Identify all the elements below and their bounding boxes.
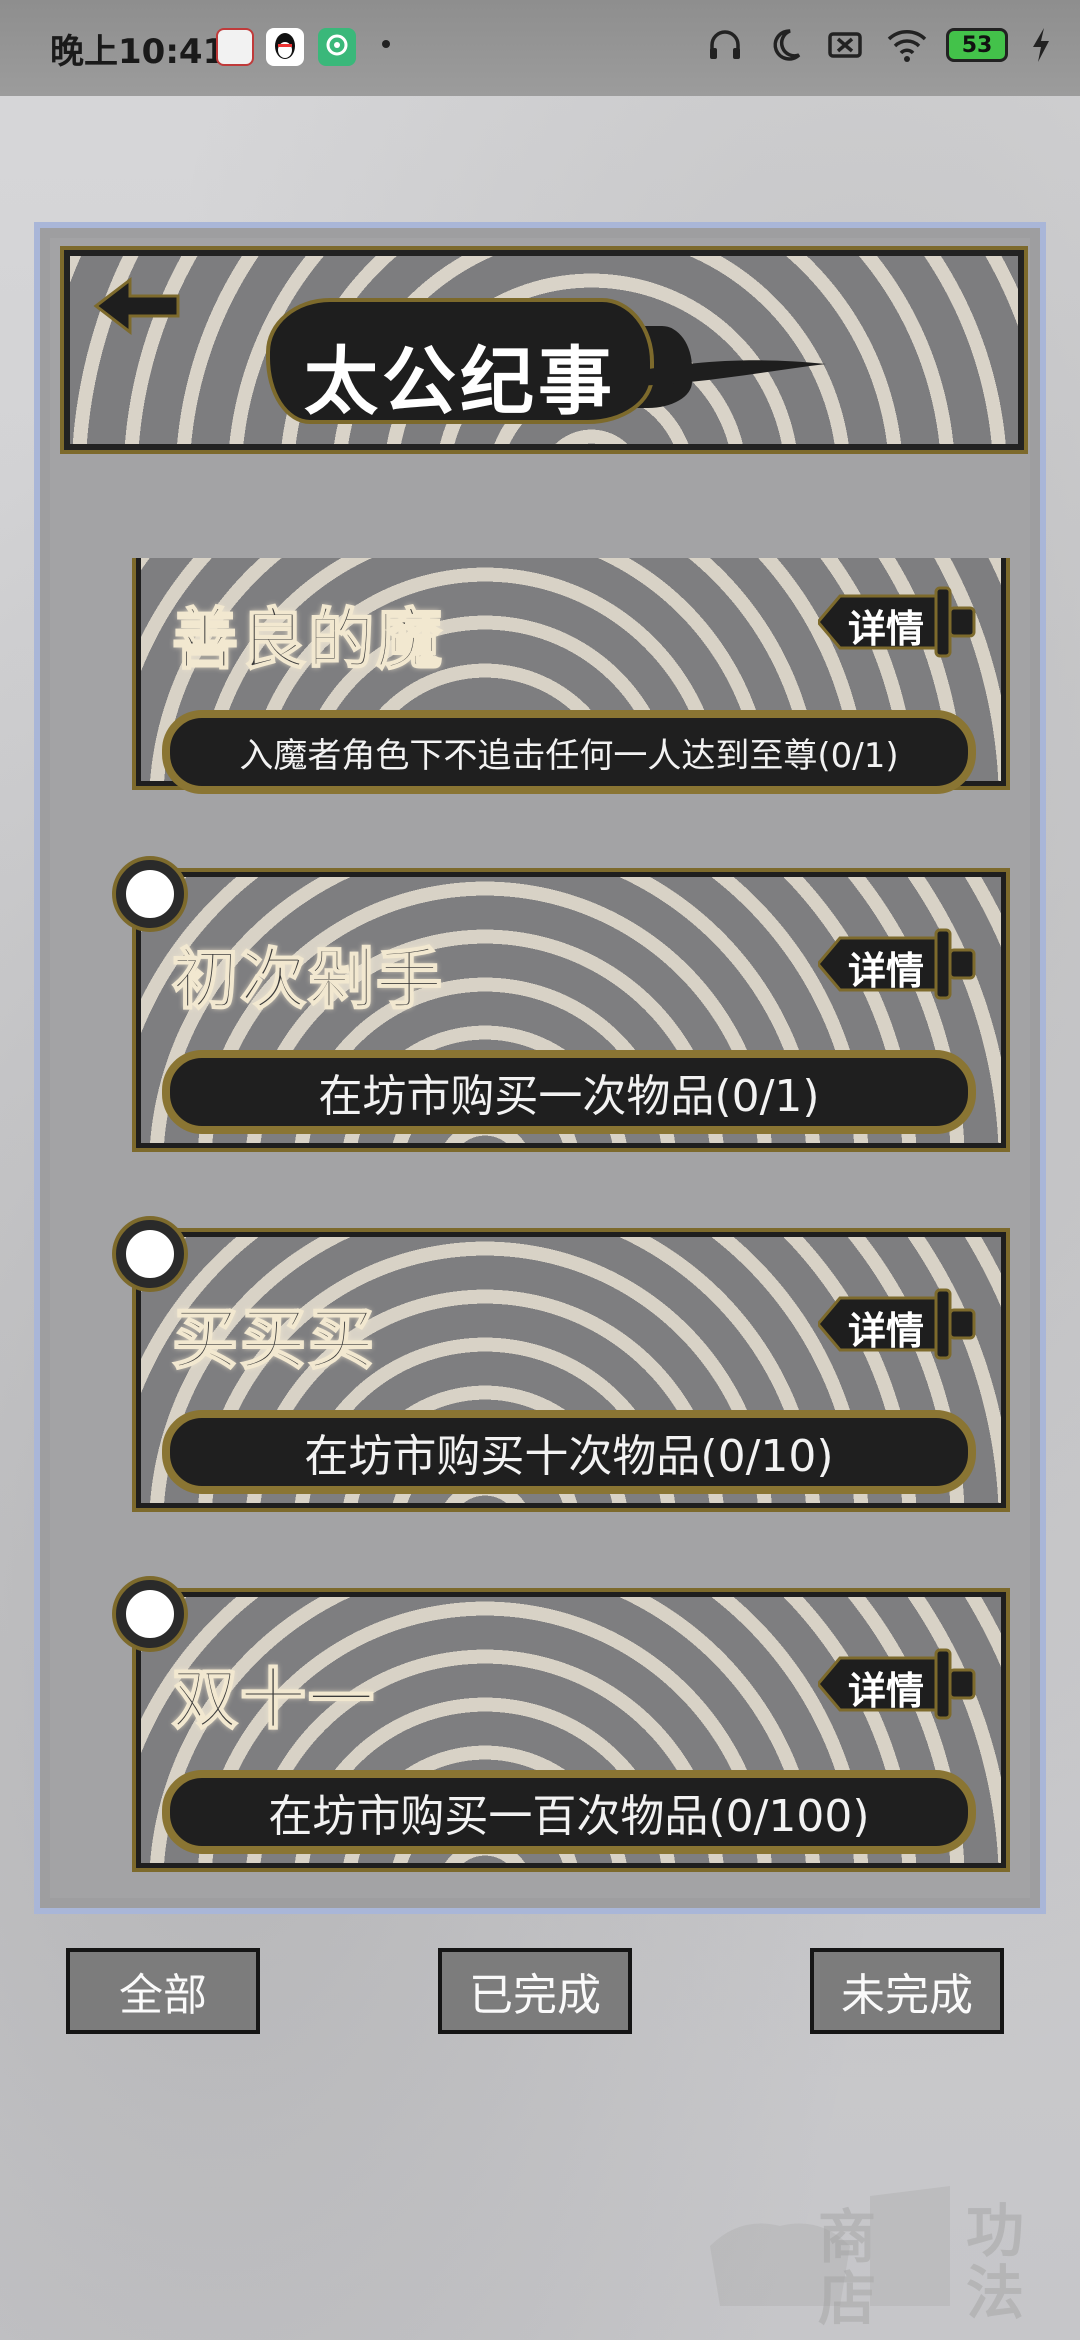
- title-ink-blob: 太公纪事: [270, 302, 650, 425]
- pin-icon: [116, 860, 184, 928]
- filter-all-button[interactable]: 全部: [66, 1948, 260, 2034]
- status-time: 晚上10:41: [50, 32, 227, 72]
- achievements-panel: 太公纪事 善良的魔 详情 入魔者角色下不追击任何一人达到至尊(0/1) 初次剁手…: [34, 222, 1046, 1914]
- achievement-title: 善良的魔: [171, 600, 444, 679]
- qq-icon: [266, 28, 304, 66]
- achievement-card: 买买买 详情 在坊市购买十次物品(0/10): [116, 1220, 1010, 1540]
- detail-label: 详情: [848, 607, 925, 651]
- sim-off-icon: [826, 26, 864, 64]
- arrow-left-icon: [93, 276, 180, 336]
- wifi-icon: [886, 26, 927, 64]
- back-button[interactable]: [90, 274, 186, 338]
- pin-icon: [116, 1220, 184, 1288]
- status-icons: 53: [706, 26, 1052, 64]
- charging-icon: [1030, 26, 1052, 64]
- skills-watermark[interactable]: 功法: [860, 2176, 1040, 2324]
- achievement-card: 双十一 详情 在坊市购买一百次物品(0/100): [116, 1580, 1010, 1894]
- pin-icon: [116, 1580, 184, 1648]
- detail-label: 详情: [848, 1309, 925, 1353]
- detail-button[interactable]: 详情: [816, 586, 978, 658]
- achievement-description: 在坊市购买一百次物品(0/100): [162, 1770, 976, 1854]
- achievement-description: 入魔者角色下不追击任何一人达到至尊(0/1): [162, 710, 976, 794]
- news-app-icon: [216, 28, 254, 66]
- status-bar: 晚上10:41 53: [0, 0, 1080, 96]
- achievement-title: 初次剁手: [171, 940, 444, 1019]
- achievement-list[interactable]: 善良的魔 详情 入魔者角色下不追击任何一人达到至尊(0/1) 初次剁手 详情 在…: [76, 558, 1032, 1894]
- ink-tail-decoration: [630, 360, 826, 386]
- location-app-icon: [318, 28, 356, 66]
- panel-header: 太公纪事: [60, 246, 1028, 454]
- headphones-icon: [706, 26, 744, 64]
- detail-label: 详情: [848, 1669, 925, 1713]
- filter-incomplete-button[interactable]: 未完成: [810, 1948, 1004, 2034]
- achievement-title: 双十一: [171, 1660, 376, 1739]
- detail-button[interactable]: 详情: [816, 1648, 978, 1720]
- moon-icon: [766, 26, 804, 64]
- detail-label: 详情: [848, 949, 925, 993]
- detail-button[interactable]: 详情: [816, 928, 978, 1000]
- achievement-description: 在坊市购买十次物品(0/10): [162, 1410, 976, 1494]
- detail-button[interactable]: 详情: [816, 1288, 978, 1360]
- battery-icon: 53: [946, 28, 1008, 62]
- notification-dot: [382, 40, 390, 48]
- filter-completed-button[interactable]: 已完成: [438, 1948, 632, 2034]
- shop-watermark[interactable]: 商店: [700, 2186, 876, 2330]
- achievement-card: 善良的魔 详情 入魔者角色下不追击任何一人达到至尊(0/1): [116, 558, 1010, 818]
- skills-label: 功法: [966, 2197, 1025, 2327]
- achievement-title: 买买买: [171, 1300, 376, 1379]
- achievement-description: 在坊市购买一次物品(0/1): [162, 1050, 976, 1134]
- page-title: 太公纪事: [304, 339, 616, 425]
- achievement-card: 初次剁手 详情 在坊市购买一次物品(0/1): [116, 860, 1010, 1180]
